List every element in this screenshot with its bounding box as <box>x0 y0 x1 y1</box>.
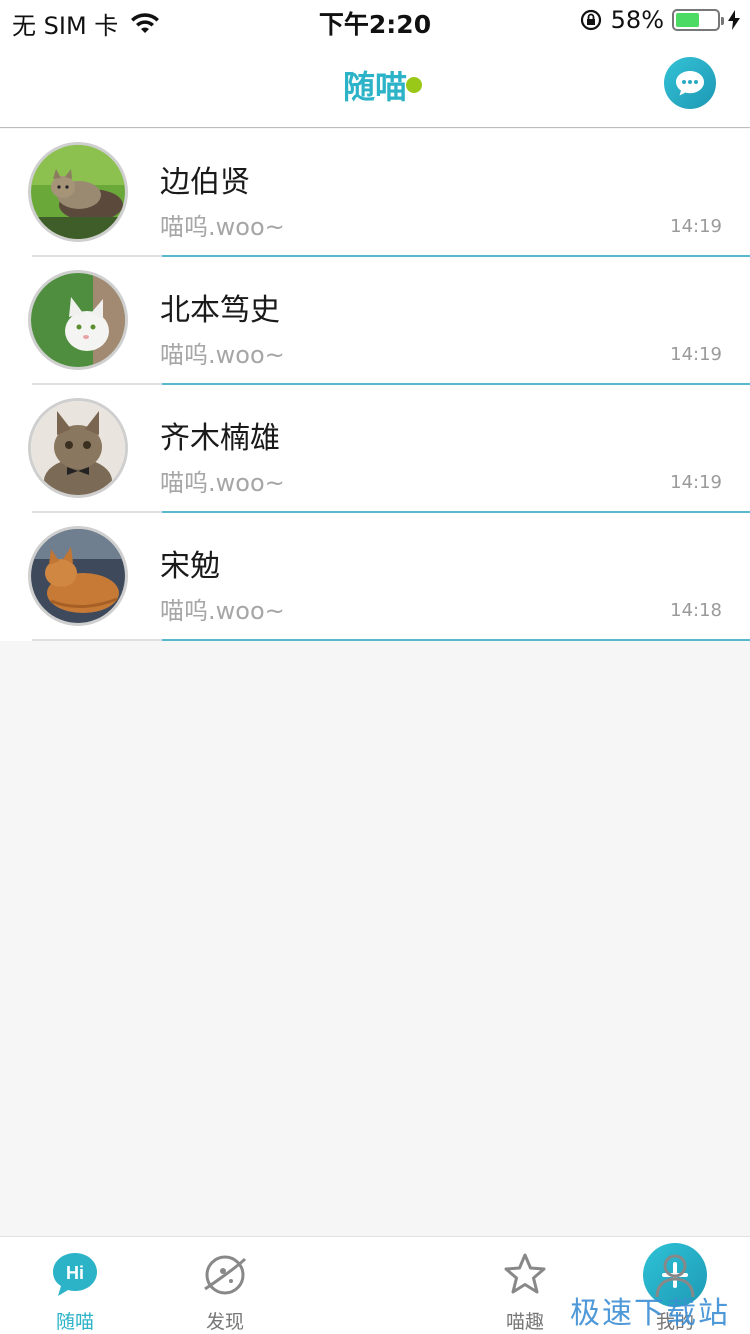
tab-label: 发现 <box>205 1311 244 1333</box>
chat-row[interactable]: 齐木楠雄 喵呜.woo~ 14:19 <box>0 385 750 513</box>
chat-name: 边伯贤 <box>160 165 250 200</box>
svg-text:Hi: Hi <box>66 1263 84 1283</box>
battery-icon <box>672 9 724 31</box>
cat-grass-avatar[interactable] <box>28 142 128 242</box>
online-status-dot <box>406 77 422 93</box>
planet-icon <box>204 1255 247 1295</box>
battery-fill <box>676 13 700 27</box>
watermark: 极速下载站 <box>570 1296 730 1331</box>
status-bar: 无 SIM 卡 下午2:20 58% <box>0 0 750 40</box>
rotation-lock-icon <box>580 9 601 31</box>
chat-row[interactable]: 宋勉 喵呜.woo~ 14:18 <box>0 513 750 641</box>
tab-discover[interactable]: 发现 <box>150 1237 300 1334</box>
chat-preview: 喵呜.woo~ <box>160 597 285 625</box>
page-title: 随喵 <box>342 68 407 106</box>
tab-add[interactable] <box>300 1237 707 1334</box>
tab-suimiao[interactable]: Hi 随喵 <box>0 1237 150 1334</box>
chat-time: 14:18 <box>670 600 722 621</box>
row-divider <box>32 639 750 641</box>
chat-time: 14:19 <box>670 344 722 365</box>
tab-label: 随喵 <box>55 1311 94 1333</box>
chat-time: 14:19 <box>670 216 722 237</box>
nav-bar: 随喵 <box>0 40 750 128</box>
chat-list: 边伯贤 喵呜.woo~ 14:19 北本笃史 喵呜.woo~ 14:19 齐木楠… <box>0 129 750 641</box>
chat-preview: 喵呜.woo~ <box>160 469 285 497</box>
chat-row[interactable]: 北本笃史 喵呜.woo~ 14:19 <box>0 257 750 385</box>
white-cat-avatar[interactable] <box>28 270 128 370</box>
chat-name: 齐木楠雄 <box>160 421 280 456</box>
message-button[interactable] <box>664 57 716 109</box>
kitten-bowtie-avatar[interactable] <box>28 398 128 498</box>
chat-time: 14:19 <box>670 472 722 493</box>
charging-bolt-icon <box>728 10 740 30</box>
orange-cat-avatar[interactable] <box>28 526 128 626</box>
chat-bubble-icon <box>676 71 704 96</box>
battery-percent: 58% <box>610 6 664 34</box>
hi-bubble-icon: Hi <box>53 1253 97 1296</box>
chat-name: 北本笃史 <box>160 293 280 328</box>
chat-preview: 喵呜.woo~ <box>160 213 285 241</box>
chat-name: 宋勉 <box>160 549 220 584</box>
chat-preview: 喵呜.woo~ <box>160 341 285 369</box>
star-icon <box>504 1253 546 1294</box>
chat-row[interactable]: 边伯贤 喵呜.woo~ 14:19 <box>0 129 750 257</box>
status-right: 58% <box>579 6 740 34</box>
